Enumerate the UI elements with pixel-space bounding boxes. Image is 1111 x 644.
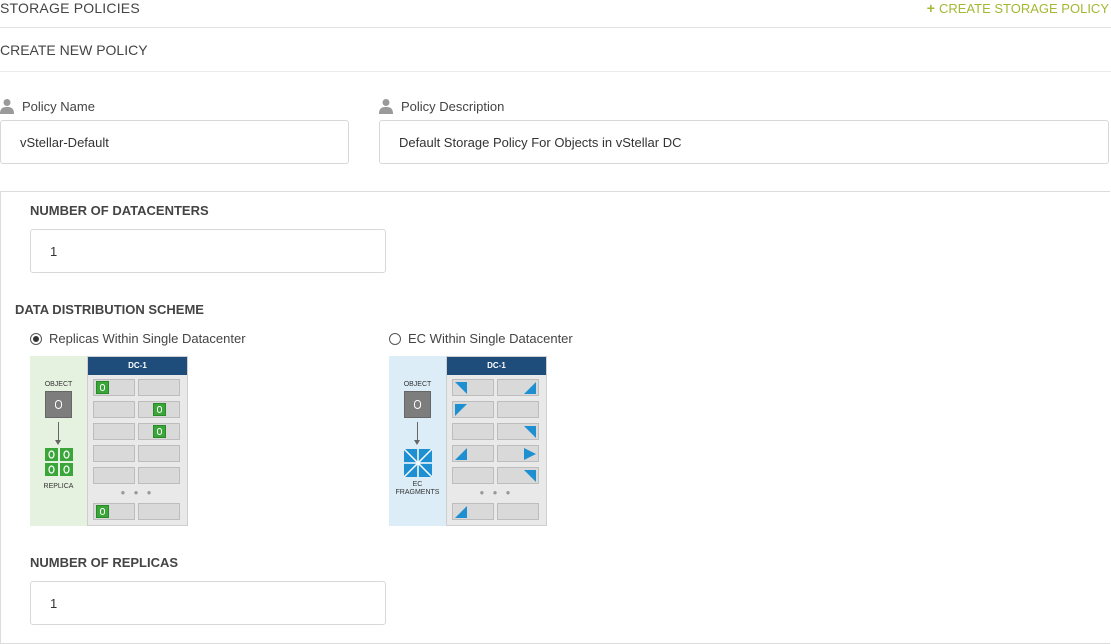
storage-cell (497, 379, 539, 396)
storage-cell (93, 503, 135, 520)
storage-cell (452, 379, 494, 396)
storage-cell (452, 445, 494, 462)
storage-cell (138, 445, 180, 462)
storage-cell (497, 401, 539, 418)
dc-header: DC-1 (88, 357, 187, 375)
page-title: STORAGE POLICIES (0, 0, 140, 16)
fragment-icon (524, 470, 536, 482)
fragment-icon (455, 448, 467, 460)
storage-cell (93, 401, 135, 418)
object-icon (404, 391, 431, 418)
radio-ec-single-dc[interactable]: EC Within Single Datacenter (389, 331, 573, 346)
replica-object-icon (96, 381, 109, 394)
arrow-down-icon (414, 422, 420, 445)
policy-name-label-text: Policy Name (22, 98, 95, 114)
policy-description-input[interactable] (379, 120, 1109, 164)
replica-diagram: OBJECT REPLICA DC-1 ● ● ● (30, 356, 188, 526)
storage-cell (93, 445, 135, 462)
storage-cell (452, 423, 494, 440)
policy-name-input[interactable] (0, 120, 349, 164)
fragment-icon (455, 382, 467, 394)
object-label: OBJECT (403, 381, 432, 388)
ellipsis-dots: ● ● ● (120, 488, 155, 497)
storage-cell (93, 379, 135, 396)
section-title: CREATE NEW POLICY (0, 42, 148, 58)
replica-object-icon (153, 425, 166, 438)
ec-fragments-icon (404, 449, 432, 477)
fragment-icon (524, 426, 536, 438)
datacenter-grid: DC-1 ● ● ● (446, 356, 547, 526)
replica-diagram-source: OBJECT REPLICA (30, 356, 87, 526)
storage-cell (93, 423, 135, 440)
replica-label: REPLICA (43, 483, 74, 490)
ec-label-line2: FRAGMENTS (395, 489, 440, 496)
top-bar: STORAGE POLICIES + CREATE STORAGE POLICY (0, 0, 1111, 28)
storage-cell (452, 503, 494, 520)
storage-cell (138, 423, 180, 440)
plus-icon: + (926, 0, 935, 16)
storage-cell (497, 445, 539, 462)
replica-icon (45, 448, 73, 476)
ec-label-line1: EC (412, 481, 423, 488)
policy-description-label: Policy Description (379, 98, 504, 114)
object-label: OBJECT (44, 381, 73, 388)
object-icon (45, 391, 72, 418)
radio-replicas-single-dc[interactable]: Replicas Within Single Datacenter (30, 331, 246, 346)
num-datacenters-label: NUMBER OF DATACENTERS (30, 203, 209, 218)
storage-cell (138, 503, 180, 520)
storage-cell (497, 467, 539, 484)
storage-cell (497, 423, 539, 440)
person-icon (379, 99, 393, 114)
storage-cell (138, 467, 180, 484)
storage-cell (138, 401, 180, 418)
person-icon (0, 99, 14, 114)
policy-description-label-text: Policy Description (401, 98, 505, 114)
radio-replicas-label: Replicas Within Single Datacenter (49, 331, 246, 346)
create-storage-policy-label: CREATE STORAGE POLICY (938, 1, 1109, 16)
storage-cell (93, 467, 135, 484)
storage-cell (452, 467, 494, 484)
radio-button-unselected[interactable] (389, 332, 401, 345)
storage-cell (452, 401, 494, 418)
distribution-scheme-label: DATA DISTRIBUTION SCHEME (15, 302, 204, 317)
num-datacenters-input[interactable] (30, 229, 386, 273)
datacenter-grid: DC-1 ● ● ● (87, 356, 188, 526)
fragment-icon (455, 404, 467, 416)
replica-object-icon (96, 505, 109, 518)
policy-name-label: Policy Name (0, 98, 95, 114)
fragment-icon (524, 382, 536, 394)
radio-button-selected[interactable] (30, 332, 42, 345)
radio-ec-label: EC Within Single Datacenter (408, 331, 573, 346)
ellipsis-dots: ● ● ● (479, 488, 514, 497)
storage-cell (138, 379, 180, 396)
dc-header: DC-1 (447, 357, 546, 375)
replica-object-icon (153, 403, 166, 416)
fragment-icon (524, 448, 536, 460)
ec-diagram-source: OBJECT EC FRAGMENTS (389, 356, 446, 526)
ec-diagram: OBJECT EC FRAGMENTS DC-1 ● ● ● (389, 356, 547, 526)
fragment-icon (455, 506, 467, 518)
num-replicas-input[interactable] (30, 581, 386, 625)
arrow-down-icon (55, 422, 61, 445)
create-storage-policy-button[interactable]: + CREATE STORAGE POLICY (927, 0, 1109, 16)
storage-cell (497, 503, 539, 520)
num-replicas-label: NUMBER OF REPLICAS (30, 555, 179, 570)
create-policy-header: CREATE NEW POLICY (0, 27, 1111, 72)
